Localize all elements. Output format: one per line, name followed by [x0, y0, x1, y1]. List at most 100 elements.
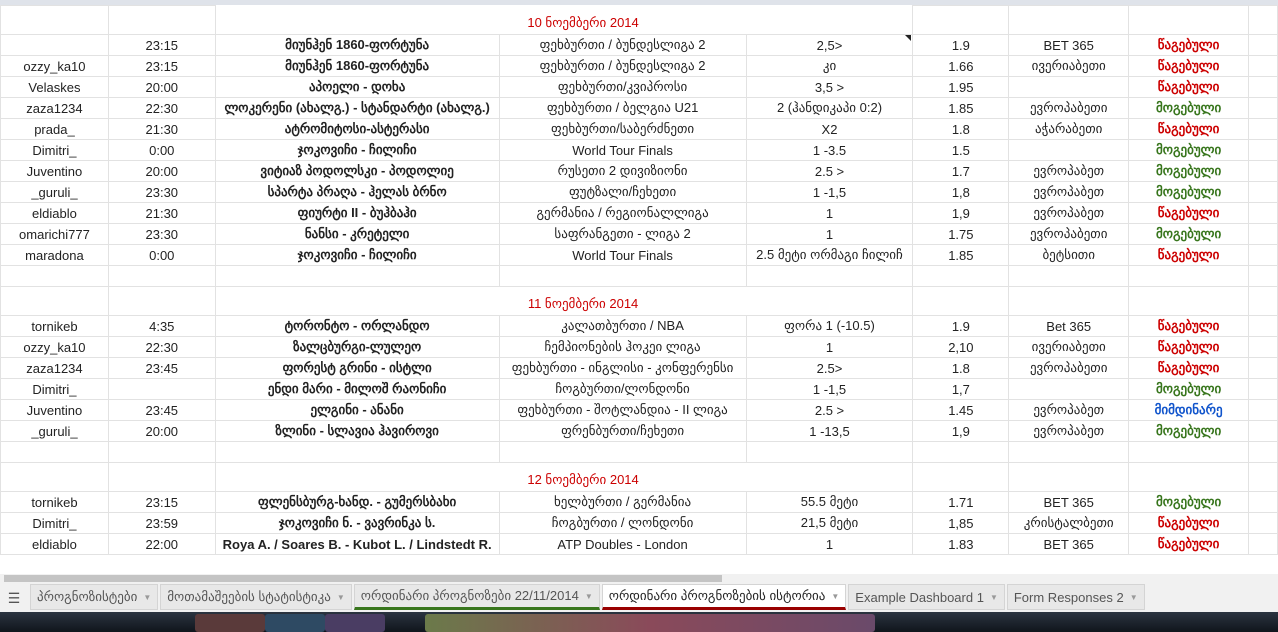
odds-cell[interactable]: 1.85 — [912, 244, 1010, 266]
odds-cell[interactable]: 1.8 — [912, 118, 1010, 140]
result-cell[interactable]: მოგებული — [1128, 491, 1249, 513]
category-cell[interactable]: ფეხბურთი - შოტლანდია - II ლიგა — [498, 399, 747, 421]
cell[interactable] — [0, 265, 109, 287]
time-cell[interactable]: 23:45 — [107, 399, 216, 421]
cell[interactable] — [1248, 5, 1278, 35]
user-cell[interactable]: Juventino — [0, 399, 109, 421]
bookmaker-cell[interactable]: ევროპაბეთ — [1008, 202, 1130, 224]
cell[interactable] — [1248, 181, 1278, 203]
odds-cell[interactable]: 1.85 — [912, 97, 1010, 119]
cell[interactable] — [107, 286, 216, 316]
category-cell[interactable]: ფრენბურთი/ჩეხეთი — [498, 420, 747, 442]
bet-cell[interactable]: 1 -3.5 — [745, 139, 914, 161]
match-cell[interactable]: ტორონტო - ორლანდო — [214, 315, 500, 337]
chevron-down-icon[interactable]: ▼ — [585, 592, 593, 601]
category-cell[interactable]: ფეხბურთი / ბელგია U21 — [498, 97, 747, 119]
category-cell[interactable]: რუსეთი 2 დივიზიონი — [498, 160, 747, 182]
cell[interactable] — [745, 441, 914, 463]
cell[interactable] — [1248, 202, 1278, 224]
cell[interactable] — [1248, 286, 1278, 316]
cell[interactable] — [1248, 512, 1278, 534]
odds-cell[interactable]: 1.45 — [912, 399, 1010, 421]
cell[interactable] — [214, 265, 500, 287]
bet-cell[interactable]: 1 — [745, 336, 914, 358]
cell[interactable] — [1128, 286, 1249, 316]
bet-cell[interactable]: 21,5 მეტი — [745, 512, 914, 534]
chevron-down-icon[interactable]: ▼ — [831, 592, 839, 601]
match-cell[interactable]: ჯოკოვიჩი ნ. - ვავრინკა ს. — [214, 512, 500, 534]
cell[interactable] — [1008, 5, 1130, 35]
odds-cell[interactable]: 1,8 — [912, 181, 1010, 203]
time-cell[interactable]: 23:30 — [107, 223, 216, 245]
bet-cell[interactable]: 1 — [745, 533, 914, 555]
sheet-tab[interactable]: ორდინარი პროგნოზები 22/11/2014 ▼ — [353, 584, 600, 610]
odds-cell[interactable]: 1.8 — [912, 357, 1010, 379]
comment-indicator[interactable] — [905, 35, 911, 41]
odds-cell[interactable]: 2,10 — [912, 336, 1010, 358]
cell[interactable] — [1248, 223, 1278, 245]
cell[interactable] — [0, 5, 109, 35]
cell[interactable] — [1008, 441, 1130, 463]
time-cell[interactable]: 20:00 — [107, 160, 216, 182]
bet-cell[interactable]: 2.5 > — [745, 160, 914, 182]
user-cell[interactable]: tornikeb — [0, 491, 109, 513]
result-cell[interactable]: მოგებული — [1128, 181, 1249, 203]
match-cell[interactable]: Roya A. / Soares B. - Kubot L. / Lindste… — [214, 533, 500, 555]
match-cell[interactable]: ფიურტი II - ბუჰბაჰი — [214, 202, 500, 224]
cell[interactable] — [1128, 5, 1249, 35]
taskbar-ie-icon[interactable] — [265, 614, 325, 632]
cell[interactable] — [745, 265, 914, 287]
bookmaker-cell[interactable]: BET 365 — [1008, 491, 1130, 513]
category-cell[interactable]: ხელბურთი / გერმანია — [498, 491, 747, 513]
bet-cell[interactable]: 2 (ჰანდიკაპი 0:2) — [745, 97, 914, 119]
time-cell[interactable]: 23:59 — [107, 512, 216, 534]
result-cell[interactable]: მოგებული — [1128, 160, 1249, 182]
user-cell[interactable] — [0, 34, 109, 56]
result-cell[interactable]: წაგებული — [1128, 533, 1249, 555]
cell[interactable] — [107, 5, 216, 35]
bookmaker-cell[interactable]: BET 365 — [1008, 34, 1130, 56]
time-cell[interactable]: 20:00 — [107, 420, 216, 442]
time-cell[interactable]: 22:30 — [107, 97, 216, 119]
user-cell[interactable]: _guruli_ — [0, 420, 109, 442]
chevron-down-icon[interactable]: ▼ — [143, 593, 151, 602]
cell[interactable] — [1248, 420, 1278, 442]
bookmaker-cell[interactable] — [1008, 76, 1130, 98]
cell[interactable] — [1248, 533, 1278, 555]
sheet-tab[interactable]: პროგნოზისტები ▼ — [30, 584, 159, 610]
bookmaker-cell[interactable]: აჭარაბეთი — [1008, 118, 1130, 140]
cell[interactable] — [1248, 244, 1278, 266]
cell[interactable] — [1128, 462, 1249, 492]
result-cell[interactable]: წაგებული — [1128, 76, 1249, 98]
time-cell[interactable]: 4:35 — [107, 315, 216, 337]
bet-cell[interactable]: 2,5> — [745, 34, 914, 56]
cell[interactable] — [1248, 55, 1278, 77]
match-cell[interactable]: სპარტა პრაღა - ჰელას ბრნო — [214, 181, 500, 203]
cell[interactable] — [107, 462, 216, 492]
match-cell[interactable]: ვიტიაზ პოდოლსკი - პოდოლიე — [214, 160, 500, 182]
cell[interactable] — [214, 441, 500, 463]
time-cell[interactable] — [107, 378, 216, 400]
user-cell[interactable]: maradona — [0, 244, 109, 266]
odds-cell[interactable]: 1.71 — [912, 491, 1010, 513]
result-cell[interactable]: წაგებული — [1128, 357, 1249, 379]
cell[interactable] — [1248, 315, 1278, 337]
user-cell[interactable]: Velaskes — [0, 76, 109, 98]
bet-cell[interactable]: კი — [745, 55, 914, 77]
result-cell[interactable]: მოგებული — [1128, 139, 1249, 161]
result-cell[interactable]: მოგებული — [1128, 420, 1249, 442]
odds-cell[interactable]: 1,85 — [912, 512, 1010, 534]
bookmaker-cell[interactable] — [1008, 378, 1130, 400]
sheet-tab[interactable]: Example Dashboard 1 ▼ — [848, 584, 1005, 610]
result-cell[interactable]: წაგებული — [1128, 336, 1249, 358]
cell[interactable] — [1008, 462, 1130, 492]
user-cell[interactable]: Dimitri_ — [0, 139, 109, 161]
odds-cell[interactable]: 1.9 — [912, 34, 1010, 56]
bookmaker-cell[interactable]: ევროპაბეთ — [1008, 399, 1130, 421]
cell[interactable] — [1248, 462, 1278, 492]
user-cell[interactable]: tornikeb — [0, 315, 109, 337]
cell[interactable] — [0, 462, 109, 492]
match-cell[interactable]: ნანსი - კრეტელი — [214, 223, 500, 245]
taskbar-chrome-icon[interactable] — [195, 614, 265, 632]
bookmaker-cell[interactable]: ევროპაბეთ — [1008, 160, 1130, 182]
